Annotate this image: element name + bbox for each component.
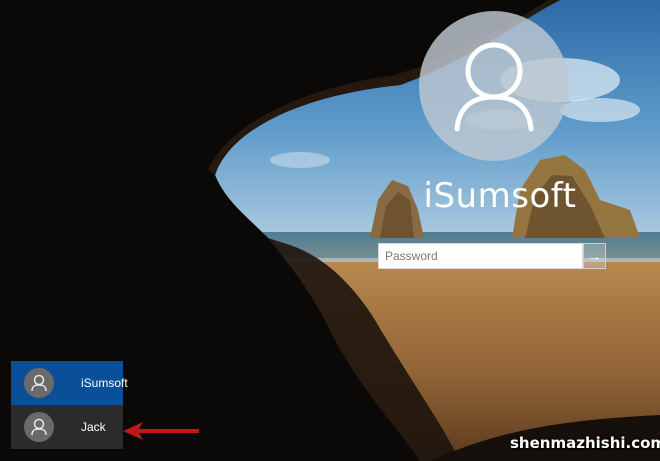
password-box: → [378,243,606,269]
account-name: iSumsoft [423,176,577,216]
user-icon [454,42,534,132]
avatar [24,412,54,442]
user-item-jack[interactable]: Jack [11,405,123,449]
account-avatar [419,11,569,161]
user-item-isumsoft[interactable]: iSumsoft [11,361,128,405]
avatar [24,368,54,398]
left-arrow-annotation [123,422,199,440]
user-name: Jack [81,420,106,434]
submit-button[interactable]: → [583,243,606,269]
user-icon [31,418,47,436]
user-icon [31,374,47,392]
password-input[interactable] [378,243,583,269]
watermark: shenmazhishi.com [510,434,660,452]
user-list: iSumsoft Jack [11,361,128,449]
arrow-right-icon: → [587,248,602,264]
user-name: iSumsoft [81,376,128,390]
